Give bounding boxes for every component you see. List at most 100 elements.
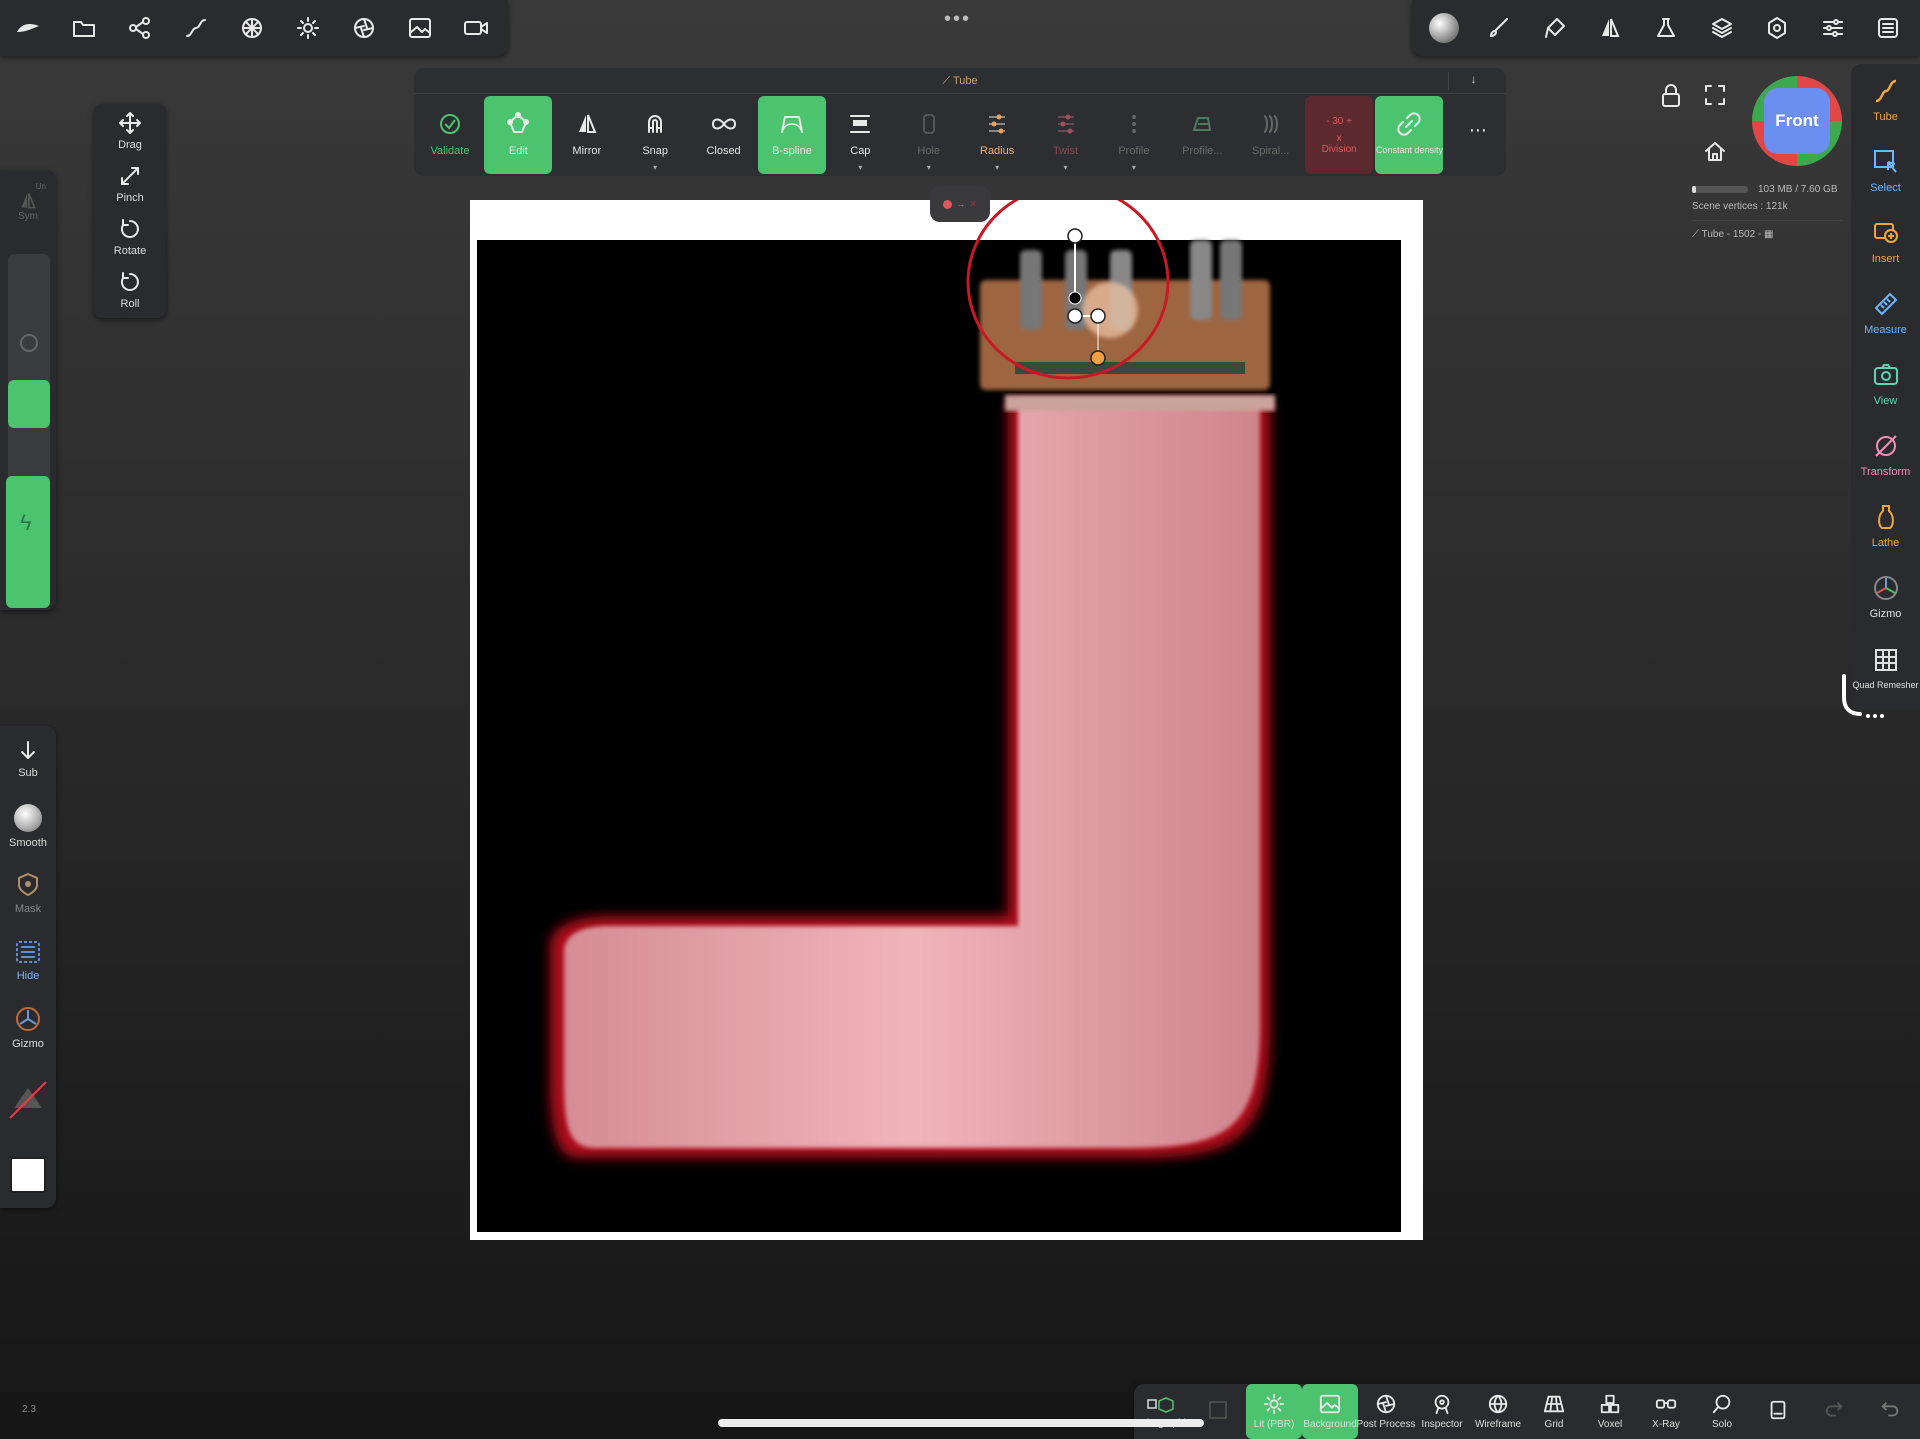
settings-gear-icon[interactable] [1751,0,1803,56]
bspline-button[interactable]: B-spline [757,96,826,174]
solo-button[interactable]: Solo [1694,1384,1750,1439]
sphere-grid-icon[interactable] [224,0,280,56]
hide-grid-icon [16,941,40,963]
division-control[interactable]: - 30 + x Division [1305,96,1374,174]
gizmo-tool[interactable]: Gizmo [1851,561,1920,632]
closed-button[interactable]: Closed [690,96,758,174]
insert-icon [1873,222,1898,243]
more-button[interactable]: ⋯ [1444,96,1512,174]
fullscreen-icon[interactable] [1704,84,1726,106]
object-row[interactable]: ⟋ Tube - 1502 - ▦ [1692,229,1842,240]
history-button[interactable] [1750,1384,1806,1439]
view-cube[interactable]: Front [1752,76,1842,166]
division-value: - 30 + [1326,116,1352,127]
twist-button[interactable]: Twist ▾ [1032,96,1100,174]
hide-brush[interactable]: Hide [0,927,56,994]
panel-drag-handle[interactable] [1838,672,1888,722]
mask-brush[interactable]: Mask [0,860,56,927]
symmetry-toggle[interactable]: Un Sym [10,182,46,222]
material-ball-icon[interactable] [1418,0,1470,56]
drag-button[interactable]: Drag [94,104,166,157]
inspector-label: Inspector [1421,1419,1463,1430]
view-mode-button[interactable] [1190,1384,1246,1439]
profile-button[interactable]: Profile ▾ [1100,96,1168,174]
select-tool[interactable]: Select [1851,135,1920,206]
chevron-down-icon: ▾ [926,163,931,172]
voxel-button[interactable]: Voxel [1582,1384,1638,1439]
transform-tool[interactable]: Transform [1851,419,1920,490]
material-toggle[interactable] [0,1061,56,1139]
twist-label: Twist [1052,145,1079,157]
more-dots[interactable]: ••• [944,8,971,31]
memory-bar [1692,185,1748,193]
view-cube-front-face[interactable]: Front [1764,88,1830,154]
insert-tool[interactable]: Insert [1851,206,1920,277]
smooth-brush[interactable]: Smooth [0,793,56,860]
flask-icon[interactable] [1640,0,1692,56]
image-icon[interactable] [392,0,448,56]
rotate-button[interactable]: Rotate [94,210,166,263]
redo-button[interactable] [1806,1384,1862,1439]
measure-tool[interactable]: Measure [1851,277,1920,348]
lit-pbr-button[interactable]: Lit (PBR) [1246,1384,1302,1439]
spiral-button[interactable]: Spiral... [1237,96,1305,174]
edit-button[interactable]: Edit [484,96,553,174]
color-swatch[interactable] [10,1157,46,1193]
vertices-text: Scene vertices : 121k [1692,201,1788,212]
collapse-button[interactable]: ↓ [1448,72,1498,90]
inspector-button[interactable]: Inspector [1414,1384,1470,1439]
home-icon[interactable] [1704,140,1726,162]
gizmo-tool-label: Gizmo [1869,607,1902,620]
grid-label: Grid [1544,1419,1564,1430]
snap-button[interactable]: Snap ▾ [621,96,689,174]
grid-button[interactable]: Grid [1526,1384,1582,1439]
menu-icon[interactable] [1862,0,1914,56]
mirror-icon[interactable] [1584,0,1636,56]
tube-mesh[interactable] [470,200,1423,1240]
tube-tool[interactable]: Tube [1851,64,1920,135]
constant-density-button[interactable]: Constant density [1375,96,1444,174]
sliders-icon[interactable] [1807,0,1859,56]
sub-button[interactable]: Sub [0,726,56,793]
aperture-icon[interactable] [336,0,392,56]
pinch-button[interactable]: Pinch [94,157,166,210]
hole-button[interactable]: Hole ▾ [895,96,963,174]
chevron-down-icon: ▾ [653,163,658,172]
more-icon: ⋯ [1468,120,1487,140]
slider-knob[interactable] [20,334,38,352]
roll-button[interactable]: Roll [94,263,166,316]
logo-icon[interactable] [0,0,56,56]
intensity-slider[interactable]: ϟ [6,476,50,608]
brush-icon[interactable] [1473,0,1525,56]
gizmo-brush[interactable]: Gizmo [0,994,56,1061]
roll-icon [120,271,139,291]
view-tool[interactable]: View [1851,348,1920,419]
wireframe-button[interactable]: Wireframe [1470,1384,1526,1439]
radius-button[interactable]: Radius ▾ [963,96,1031,174]
camera-icon[interactable] [448,0,504,56]
undo-icon [1881,1401,1899,1416]
folder-icon[interactable] [56,0,112,56]
post-process-button[interactable]: Post Process [1357,1384,1415,1439]
layers-icon[interactable] [1696,0,1748,56]
lathe-tool[interactable]: Lathe [1851,490,1920,561]
validate-button[interactable]: Validate [416,96,484,174]
sun-icon[interactable] [280,0,336,56]
xray-button[interactable]: X-Ray [1638,1384,1694,1439]
object-text: Tube - 1502 - [1701,229,1762,240]
cap-button[interactable]: Cap ▾ [826,96,894,174]
mirror-button[interactable]: Mirror [553,96,621,174]
record-pill[interactable]: → ✕ [930,186,990,222]
background-button[interactable]: Background [1302,1384,1358,1439]
viewport-canvas[interactable]: → ✕ [470,186,1423,1240]
paint-icon[interactable] [1529,0,1581,56]
undo-button[interactable] [1862,1384,1918,1439]
orthographic-button[interactable]: Orthographic [1133,1384,1191,1439]
profile-edit-button[interactable]: Profile... [1168,96,1236,174]
scene-share-icon[interactable] [112,0,168,56]
curve-tool-icon[interactable] [168,0,224,56]
color-picker[interactable] [0,1139,56,1211]
home-indicator[interactable] [718,1419,1204,1427]
link-icon [1397,112,1422,136]
lock-icon[interactable] [1660,84,1682,108]
